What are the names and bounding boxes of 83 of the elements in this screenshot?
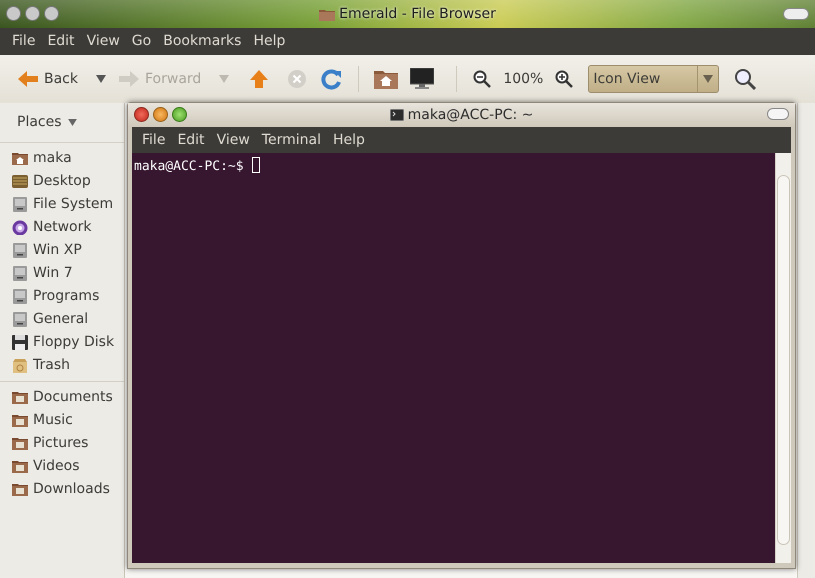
menu-item[interactable]: Bookmarks — [157, 31, 248, 52]
back-button[interactable]: Back — [18, 68, 78, 90]
caret-icon — [703, 75, 714, 83]
trash-icon — [12, 358, 28, 373]
caret-icon — [219, 75, 230, 83]
minimize-button[interactable] — [153, 107, 168, 122]
folder-icon — [319, 8, 336, 20]
reload-icon — [321, 68, 344, 90]
menu-item[interactable]: Go — [126, 31, 158, 52]
drive-icon — [12, 289, 28, 304]
maximize-button[interactable] — [44, 6, 59, 21]
home-folder-icon — [374, 69, 398, 89]
globe-icon — [12, 220, 28, 235]
menu-item[interactable]: View — [80, 31, 126, 52]
menu-item[interactable]: File — [6, 31, 42, 52]
sidebar-item[interactable]: Network — [0, 216, 124, 239]
folder-icon — [12, 482, 28, 497]
drive-icon — [12, 312, 28, 327]
zoom-in-button[interactable] — [555, 70, 574, 88]
monitor-icon — [410, 68, 434, 90]
drive-icon — [12, 266, 28, 281]
menu-item[interactable]: Terminal — [256, 130, 327, 150]
sidebar-item[interactable]: Documents — [0, 386, 124, 409]
scrollbar[interactable] — [775, 153, 791, 563]
terminal-prompt: maka@ACC-PC:~$ — [134, 159, 244, 174]
search-button[interactable] — [734, 68, 756, 90]
window-control-button[interactable] — [767, 108, 789, 120]
search-icon — [734, 68, 756, 90]
drive-icon — [12, 243, 28, 258]
close-button[interactable] — [134, 107, 149, 122]
window-title: Emerald - File Browser — [339, 4, 496, 24]
sidebar-item[interactable]: Trash — [0, 354, 124, 377]
zoom-in-icon — [555, 70, 574, 88]
window-title: maka@ACC-PC: ~ — [408, 106, 534, 124]
caret-icon — [96, 75, 106, 83]
sidebar-item[interactable]: Programs — [0, 285, 124, 308]
sidebar-item[interactable]: Desktop — [0, 170, 124, 193]
scrollbar-thumb[interactable] — [777, 175, 790, 545]
menu-item[interactable]: Help — [326, 130, 371, 150]
folder-icon — [12, 413, 28, 428]
zoom-level: 100% — [503, 70, 544, 88]
back-arrow-icon — [18, 70, 38, 88]
sidebar-item[interactable]: File System — [0, 193, 124, 216]
reload-button[interactable] — [321, 68, 344, 90]
places-dropdown[interactable]: Places — [17, 112, 77, 133]
home-button[interactable] — [374, 69, 398, 89]
menu-item[interactable]: Edit — [171, 130, 211, 150]
sidebar-item[interactable]: Win 7 — [0, 262, 124, 285]
drive-icon — [12, 197, 28, 212]
sidebar-item[interactable]: Music — [0, 409, 124, 432]
sidebar-item[interactable]: General — [0, 308, 124, 331]
zoom-out-icon — [473, 70, 492, 88]
minimize-button[interactable] — [25, 6, 40, 21]
stop-icon — [287, 69, 308, 89]
sidebar-item[interactable]: Floppy Disk — [0, 331, 124, 354]
menu-item[interactable]: View — [210, 130, 256, 150]
up-button[interactable] — [249, 69, 270, 89]
zoom-out-button[interactable] — [473, 70, 492, 88]
sidebar-item[interactable]: Pictures — [0, 432, 124, 455]
maximize-button[interactable] — [172, 107, 187, 122]
folder-icon — [12, 436, 28, 451]
window-control-button[interactable] — [783, 8, 809, 20]
up-arrow-icon — [249, 69, 270, 89]
folder-icon — [12, 459, 28, 474]
sidebar-item[interactable]: Downloads — [0, 478, 124, 501]
forward-arrow-icon — [119, 70, 139, 88]
menu-item[interactable]: File — [136, 130, 172, 150]
home-folder-icon — [12, 151, 28, 166]
terminal-icon — [390, 109, 404, 121]
desktop-icon — [12, 174, 28, 189]
caret-icon — [68, 119, 77, 126]
sidebar-item[interactable]: Win XP — [0, 239, 124, 262]
folder-icon — [12, 390, 28, 405]
menu-item[interactable]: Edit — [41, 31, 81, 52]
scrollbar[interactable] — [797, 103, 815, 578]
menu-item[interactable]: Help — [247, 31, 292, 52]
text-cursor — [252, 157, 260, 173]
sidebar-item[interactable]: maka — [0, 147, 124, 170]
computer-button[interactable] — [410, 68, 434, 90]
view-select[interactable]: Icon View — [588, 65, 720, 93]
sidebar-item[interactable]: Videos — [0, 455, 124, 478]
close-button[interactable] — [6, 6, 21, 21]
dropdown-caret-button[interactable] — [96, 75, 106, 83]
